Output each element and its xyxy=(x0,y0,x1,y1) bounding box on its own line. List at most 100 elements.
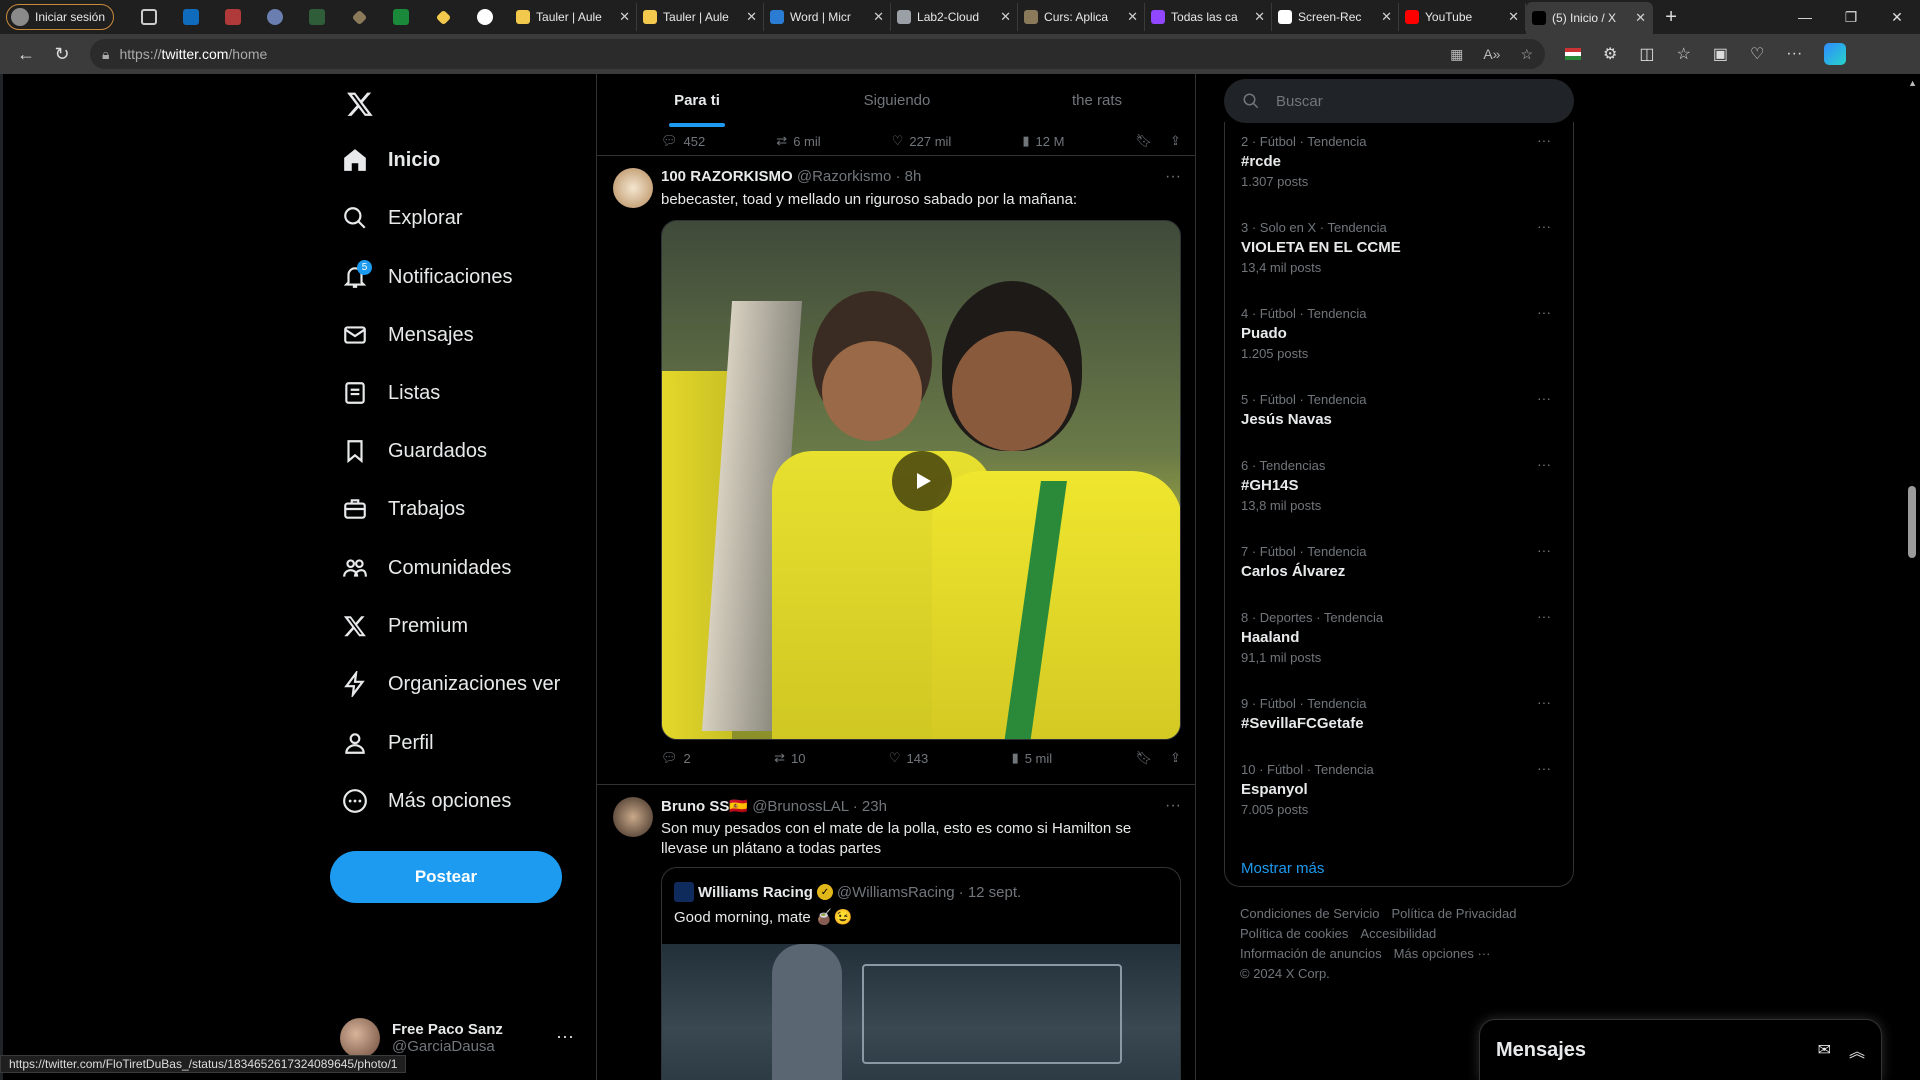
sidebar-item-premium[interactable]: Premium xyxy=(330,601,480,651)
more-dots-icon[interactable]: ··· xyxy=(1537,608,1551,624)
expand-chevron-icon[interactable]: ︽ xyxy=(1849,1038,1865,1062)
pinned-tab-icon[interactable] xyxy=(254,0,296,34)
share-icon[interactable]: ⇪ xyxy=(1170,750,1181,766)
more-dots-icon[interactable]: ··· xyxy=(1537,304,1551,320)
play-icon[interactable] xyxy=(892,451,952,511)
scroll-up-icon[interactable]: ▲ xyxy=(1908,78,1917,88)
favorites-icon[interactable]: ☆ xyxy=(1676,44,1690,64)
new-message-icon[interactable]: ✉ xyxy=(1818,1040,1831,1060)
browser-tab[interactable]: Curs: Aplica ✕ xyxy=(1018,3,1146,31)
close-tab-icon[interactable]: ✕ xyxy=(1508,9,1519,25)
quoted-tweet-image[interactable] xyxy=(662,944,1180,1080)
trend-item[interactable]: 9 · Fútbol · Tendencia #SevillaFCGetafe ··… xyxy=(1241,694,1561,732)
tweet[interactable]: 100 RAZORKISMO @Razorkismo · 8h ··· bebe… xyxy=(597,156,1195,776)
pinned-tab-icon[interactable] xyxy=(422,0,464,34)
repost-button[interactable]: ⇄ 6 mil xyxy=(776,133,820,149)
trend-item[interactable]: 5 · Fútbol · Tendencia Jesús Navas ··· xyxy=(1241,390,1561,428)
search-input[interactable]: Buscar xyxy=(1224,79,1574,123)
copilot-icon[interactable] xyxy=(1824,43,1847,65)
url-field[interactable]: 🔒︎ https://twitter.com/home ▦ A» ☆ xyxy=(90,39,1545,69)
pinned-tab-icon[interactable] xyxy=(380,0,422,34)
tweet-time[interactable]: · 8h xyxy=(895,168,921,185)
split-screen-icon[interactable]: ◫ xyxy=(1639,44,1654,64)
close-tab-icon[interactable]: ✕ xyxy=(1635,10,1646,26)
trend-item[interactable]: 2 · Fútbol · Tendencia #rcde 1.307 posts ··… xyxy=(1241,132,1561,189)
restore-icon[interactable]: ❐ xyxy=(1828,0,1874,34)
share-icon[interactable]: ⇪ xyxy=(1170,133,1181,149)
close-window-icon[interactable]: ✕ xyxy=(1874,0,1920,34)
sidebar-item-explorar[interactable]: Explorar xyxy=(330,193,474,243)
author-name[interactable]: 100 RAZORKISMO xyxy=(661,168,793,185)
close-tab-icon[interactable]: ✕ xyxy=(1000,9,1011,25)
repost-button[interactable]: ⇄ 10 xyxy=(774,750,805,766)
sidebar-item-notificaciones[interactable]: 5 Notificaciones xyxy=(330,252,525,302)
collections-icon[interactable]: ▣ xyxy=(1713,44,1728,64)
sidebar-item-inicio[interactable]: Inicio xyxy=(330,135,452,185)
browser-tab[interactable]: YouTube ✕ xyxy=(1399,3,1527,31)
sidebar-item-más[interactable]: Más opciones xyxy=(330,776,523,826)
browser-tab[interactable]: Screen-Rec ✕ xyxy=(1272,3,1400,31)
author-handle[interactable]: @Razorkismo xyxy=(797,168,891,185)
footer-link[interactable]: Política de cookies xyxy=(1240,926,1348,941)
extension-flag-icon[interactable] xyxy=(1565,48,1581,60)
new-tab-button[interactable]: + xyxy=(1653,6,1689,29)
sidebar-item-guardados[interactable]: Guardados xyxy=(330,426,499,476)
pinned-tab-icon[interactable] xyxy=(338,0,380,34)
tab-para-ti[interactable]: Para ti xyxy=(597,74,797,127)
sidebar-item-comunidades[interactable]: Comunidades xyxy=(330,543,523,593)
extensions-icon[interactable]: ⚙ xyxy=(1603,44,1617,64)
bookmark-icon[interactable]: 🔖︎ xyxy=(1136,133,1153,149)
more-dots-icon[interactable]: ··· xyxy=(1537,218,1551,234)
like-button[interactable]: ♡ 227 mil xyxy=(892,133,952,149)
reply-button[interactable]: 💬︎ 2 xyxy=(661,750,691,766)
reply-button[interactable]: 💬︎ 452 xyxy=(661,133,705,149)
footer-link[interactable]: Información de anuncios xyxy=(1240,946,1382,961)
bookmark-icon[interactable]: 🔖︎ xyxy=(1136,750,1153,766)
author-handle[interactable]: @BrunossLAL xyxy=(752,798,848,815)
tab-siguiendo[interactable]: Siguiendo xyxy=(797,74,997,127)
video-player[interactable] xyxy=(661,220,1181,740)
sidebar-item-organizaciones[interactable]: Organizaciones ver xyxy=(330,659,572,709)
more-dots-icon[interactable]: ··· xyxy=(1165,168,1181,186)
trend-item[interactable]: 8 · Deportes · Tendencia Haaland 91,1 mil … xyxy=(1241,608,1561,665)
close-tab-icon[interactable]: ✕ xyxy=(1127,9,1138,25)
x-logo-icon[interactable] xyxy=(340,84,380,124)
trend-item[interactable]: 3 · Solo en X · Tendencia VIOLETA EN EL C… xyxy=(1241,218,1561,275)
back-icon[interactable]: ← xyxy=(8,36,44,72)
more-dots-icon[interactable]: ··· xyxy=(1537,132,1551,148)
read-aloud-icon[interactable]: A» xyxy=(1483,46,1500,63)
browser-tab[interactable]: Tauler | Aule ✕ xyxy=(510,3,638,31)
quoted-tweet[interactable]: Williams Racing ✓ @WilliamsRacing · 12 s… xyxy=(661,867,1181,1080)
outlook-tab-icon[interactable] xyxy=(170,0,212,34)
workspaces-icon[interactable] xyxy=(128,0,170,34)
trend-item[interactable]: 10 · Fútbol · Tendencia Espanyol 7.005 pos… xyxy=(1241,760,1561,817)
app-available-icon[interactable]: ▦ xyxy=(1450,46,1463,63)
browser-tab[interactable]: Lab2-Cloud ✕ xyxy=(891,3,1019,31)
close-tab-icon[interactable]: ✕ xyxy=(746,9,757,25)
reload-icon[interactable]: ↻ xyxy=(44,36,80,72)
post-button[interactable]: Postear xyxy=(330,851,562,903)
sidebar-item-trabajos[interactable]: Trabajos xyxy=(330,484,477,534)
footer-link[interactable]: Condiciones de Servicio xyxy=(1240,906,1379,921)
scrollbar-thumb[interactable] xyxy=(1908,486,1916,558)
footer-link[interactable]: Accesibilidad xyxy=(1360,926,1436,941)
tweet[interactable]: Bruno SS🇪🇸 @BrunossLAL · 23h ··· Son muy… xyxy=(597,785,1195,1080)
more-dots-icon[interactable]: ··· xyxy=(1537,456,1551,472)
performance-icon[interactable]: ♡ xyxy=(1750,44,1764,64)
messages-drawer[interactable]: Mensajes ✉ ︽ xyxy=(1479,1019,1882,1080)
close-tab-icon[interactable]: ✕ xyxy=(873,9,884,25)
browser-tab[interactable]: (5) Inicio / X ✕ xyxy=(1526,2,1654,34)
show-more-link[interactable]: Mostrar más xyxy=(1241,860,1324,877)
favorite-star-icon[interactable]: ☆ xyxy=(1520,46,1533,63)
more-dots-icon[interactable]: ··· xyxy=(556,1026,574,1047)
trend-item[interactable]: 7 · Fútbol · Tendencia Carlos Álvarez ··· xyxy=(1241,542,1561,580)
chatgpt-tab-icon[interactable] xyxy=(464,0,506,34)
browser-tab[interactable]: Word | Micr ✕ xyxy=(764,3,892,31)
more-dots-icon[interactable]: ··· xyxy=(1537,390,1551,406)
tweet-time[interactable]: · 23h xyxy=(853,798,887,815)
sidebar-item-mensajes[interactable]: Mensajes xyxy=(330,310,486,360)
browser-tab[interactable]: Tauler | Aule ✕ xyxy=(637,3,765,31)
close-tab-icon[interactable]: ✕ xyxy=(1254,9,1265,25)
more-dots-icon[interactable]: ··· xyxy=(1537,760,1551,776)
pinned-tab-icon[interactable] xyxy=(296,0,338,34)
